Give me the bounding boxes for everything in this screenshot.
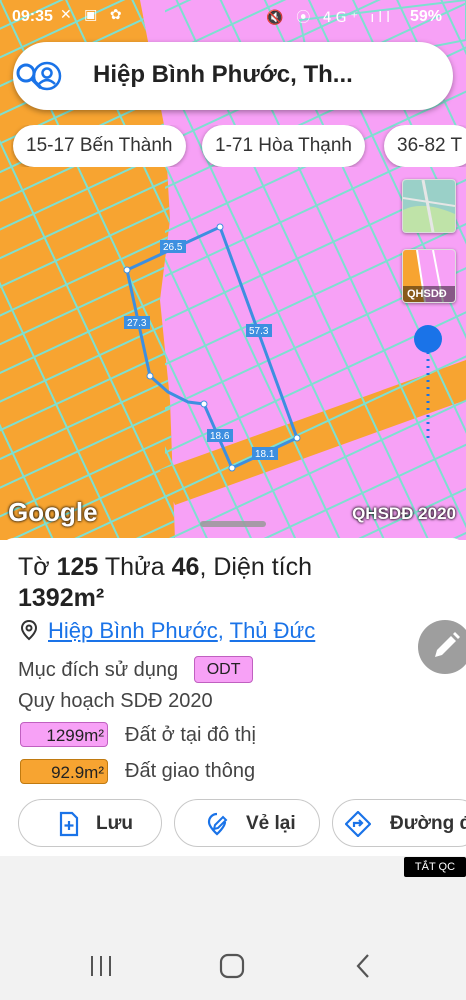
location-separator: , (217, 618, 230, 643)
plan-label: Quy hoạch SDĐ 2020 (18, 690, 213, 712)
system-nav-bar (0, 930, 466, 1000)
home-icon[interactable] (217, 952, 247, 980)
slider-track (414, 325, 442, 441)
save-button[interactable]: Lưu (18, 799, 162, 847)
pencil-icon (435, 632, 460, 657)
search-icon[interactable] (13, 60, 45, 92)
directions-icon (345, 811, 371, 837)
suggestion-chips: 15-17 Bến Thành 1-71 Hòa Thạnh 36-82 T (11, 125, 466, 167)
add-file-icon (59, 811, 79, 837)
chip-3682[interactable]: 36-82 T (384, 125, 466, 167)
overlay-name: QHSDĐ 2020 (352, 504, 456, 523)
plan-area-residential: 1299m² (20, 722, 108, 747)
plan-label-transport: Đất giao thông (125, 760, 256, 782)
parcel-title: Tờ 125 Thửa 46, Diện tích 1392m² (18, 552, 438, 614)
district-link[interactable]: Thủ Đức (230, 618, 316, 643)
qhsdd-layer-button[interactable]: QHSDĐ (402, 249, 456, 303)
recent-apps-icon[interactable] (86, 952, 116, 980)
search-bar[interactable]: Hiệp Bình Phước, Th... (13, 42, 453, 110)
satellite-layer-button[interactable] (402, 179, 456, 233)
map-view[interactable]: 26.5 27.3 57.3 18.6 18.1 09:35 ✕ ▣ ✿ 🔇 ⦿… (0, 0, 466, 540)
parcel-vertex (216, 223, 224, 231)
redraw-button[interactable]: Vẻ lại (174, 799, 320, 847)
purpose-code-badge: ODT (193, 656, 254, 683)
area-label: , Diện tích (199, 553, 312, 581)
svg-text:26.5: 26.5 (163, 242, 183, 253)
search-query[interactable]: Hiệp Bình Phước, Th... (93, 61, 353, 89)
satellite-map-icon (403, 180, 455, 232)
plan-label-residential: Đất ở tại đô thị (125, 724, 256, 746)
google-watermark: Google (8, 497, 98, 527)
system-icons: 🔇 ⦿ 4G⁺ ıll (266, 10, 394, 26)
directions-label: Đường đi (390, 813, 466, 834)
opacity-slider[interactable] (413, 323, 443, 448)
status-time: 09:35 (12, 8, 53, 25)
parcel-location: Hiệp Bình Phước, Thủ Đức (18, 618, 315, 644)
svg-text:18.6: 18.6 (210, 431, 230, 442)
notification-icons: ✕ ▣ ✿ (60, 7, 126, 23)
status-bar: 09:35 ✕ ▣ ✿ 🔇 ⦿ 4G⁺ ıll 59% (0, 0, 466, 34)
edge-label: 18.1 (252, 447, 278, 460)
parcel-number: 46 (171, 553, 200, 581)
chip-ben-thanh[interactable]: 15-17 Bến Thành (13, 125, 186, 167)
purpose-row: Mục đích sử dụng ODT (18, 656, 254, 683)
edit-button[interactable] (418, 620, 466, 674)
edge-label: 18.6 (207, 429, 233, 442)
redraw-pin-icon (207, 812, 228, 836)
disable-ads-button[interactable]: TẮT QC (404, 857, 466, 877)
save-label: Lưu (96, 813, 133, 834)
svg-text:27.3: 27.3 (127, 318, 147, 329)
qhsdd-layer-label: QHSDĐ (407, 288, 447, 300)
sheet-number: 125 (56, 553, 99, 581)
slider-knob[interactable] (414, 325, 442, 353)
purpose-label: Mục đích sử dụng (18, 659, 179, 681)
sheet-drag-handle[interactable] (200, 521, 266, 527)
sheet-label: Tờ (18, 553, 50, 581)
edge-label: 26.5 (160, 240, 186, 253)
parcel-vertex (123, 266, 131, 274)
ad-area (0, 856, 466, 930)
battery-level: 59% (409, 8, 442, 25)
edge-label: 57.3 (246, 324, 272, 337)
svg-text:57.3: 57.3 (249, 326, 269, 337)
edge-label: 27.3 (124, 316, 150, 329)
parcel-vertex (146, 372, 154, 380)
redraw-label: Vẻ lại (246, 813, 296, 834)
parcel-vertex (293, 434, 301, 442)
ward-link[interactable]: Hiệp Bình Phước (48, 618, 218, 643)
directions-button[interactable]: Đường đi (332, 799, 466, 847)
location-pin-icon (20, 619, 38, 641)
svg-text:18.1: 18.1 (255, 449, 275, 460)
parcel-vertex (228, 464, 236, 472)
chip-hoa-thanh[interactable]: 1-71 Hòa Thạnh (202, 125, 365, 167)
parcel-vertex (200, 400, 208, 408)
parcel-label: Thửa (104, 553, 165, 581)
back-icon[interactable] (349, 952, 379, 980)
area-value: 1392m² (18, 584, 105, 612)
plan-area-transport: 92.9m² (20, 759, 108, 784)
